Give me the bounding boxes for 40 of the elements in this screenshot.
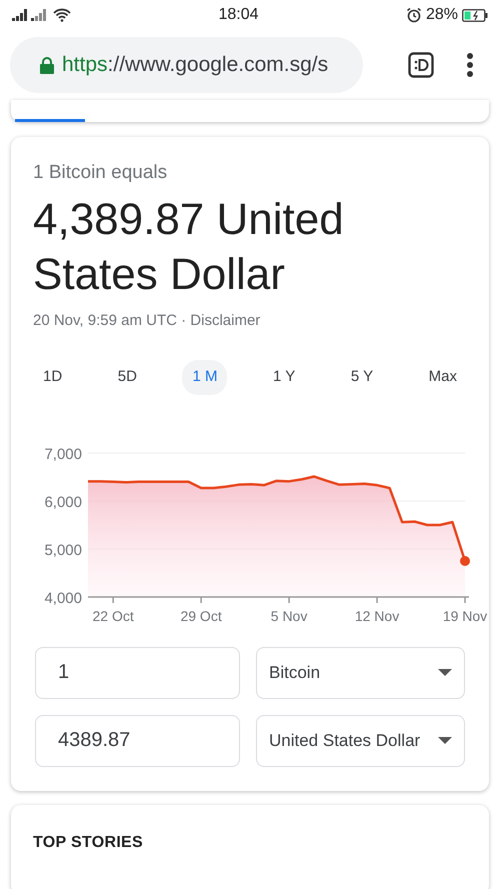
- y-tick-label: 4,000: [44, 590, 82, 606]
- lock-icon: [40, 56, 54, 74]
- range-tab[interactable]: 1 M: [182, 360, 228, 394]
- address-bar[interactable]: https://www.google.com.sg/s: [10, 37, 363, 93]
- range-tab[interactable]: Max: [418, 360, 467, 394]
- timestamp: 20 Nov, 9:59 am UTC ·: [33, 312, 188, 328]
- tab-switcher-icon[interactable]: [408, 52, 434, 78]
- range-tab[interactable]: 5 Y: [340, 360, 384, 394]
- range-tab[interactable]: 5D: [108, 360, 147, 394]
- y-tick-label: 5,000: [44, 542, 82, 558]
- dropdown-caret-icon: [438, 669, 452, 676]
- range-tab[interactable]: 1 Y: [263, 360, 306, 394]
- x-tick-label: 29 Oct: [180, 608, 222, 624]
- currency-select[interactable]: United States Dollar: [256, 714, 465, 766]
- y-tick-label: 6,000: [44, 494, 82, 510]
- range-tab[interactable]: 1D: [33, 360, 72, 394]
- disclaimer-link[interactable]: Disclaimer: [190, 312, 260, 328]
- currency-select[interactable]: Bitcoin: [256, 646, 465, 698]
- amount-field[interactable]: 1: [35, 646, 240, 698]
- x-tick-label: 5 Nov: [270, 608, 308, 624]
- signal-icon: [12, 9, 27, 21]
- converted-value: 4,389.87 United States Dollar: [33, 194, 345, 300]
- status-time: 18:04: [218, 5, 258, 25]
- dropdown-caret-icon: [438, 737, 452, 744]
- tab-indicator: [15, 119, 85, 122]
- signal-icon: [31, 9, 49, 21]
- amount-field[interactable]: 4389.87: [35, 714, 240, 766]
- x-tick-label: 19 Nov: [442, 608, 488, 624]
- y-tick-label: 7,000: [44, 446, 82, 462]
- converter-subtitle: 1 Bitcoin equals: [33, 161, 168, 185]
- x-tick-label: 22 Oct: [92, 608, 134, 624]
- x-tick-label: 12 Nov: [354, 608, 400, 624]
- wifi-icon: [53, 8, 71, 22]
- section-title: TOP STORIES: [33, 832, 144, 852]
- menu-icon[interactable]: [466, 52, 474, 78]
- alarm-icon: [406, 7, 422, 23]
- url-text: https://www.google.com.sg/s: [62, 52, 328, 78]
- battery-icon: [462, 8, 488, 22]
- battery-percent: 28%: [426, 5, 458, 25]
- current-point: [460, 556, 470, 566]
